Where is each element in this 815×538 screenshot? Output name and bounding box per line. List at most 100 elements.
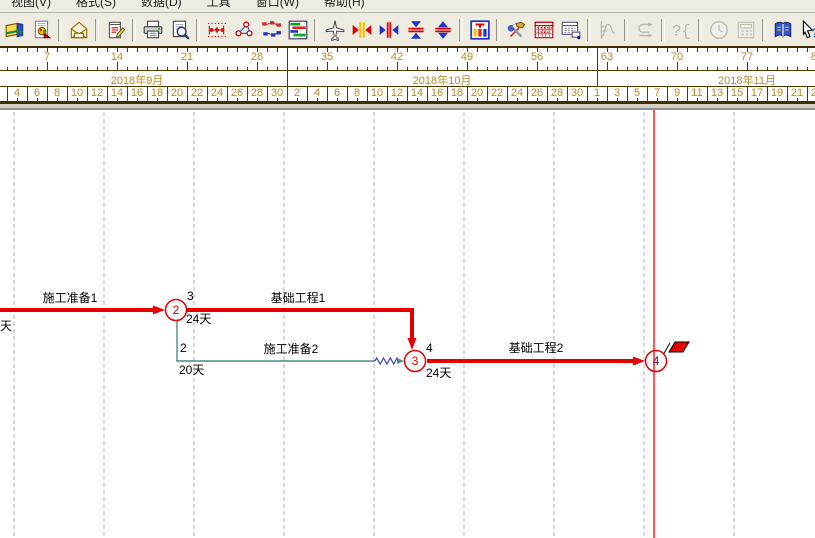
- day-tick: [347, 67, 348, 70]
- network-nodes-button[interactable]: [257, 16, 284, 43]
- save-book-button[interactable]: [1, 16, 28, 43]
- day-tick: [567, 67, 568, 70]
- tools-button[interactable]: [503, 16, 530, 43]
- menu-item-format[interactable]: 格式(S): [71, 0, 121, 10]
- week-tick: [467, 62, 468, 70]
- day-tick: [37, 67, 38, 70]
- arrowhead: [153, 306, 165, 315]
- milestone-flag[interactable]: [669, 342, 689, 352]
- day-tick: [107, 67, 108, 70]
- day-tick: [317, 67, 318, 70]
- day-tick: [57, 67, 58, 70]
- toolbar-separator: [58, 19, 62, 41]
- expand-horizontal-button[interactable]: [348, 16, 375, 43]
- network-view-button[interactable]: [203, 16, 230, 43]
- day-tick: [797, 48, 798, 52]
- image-export-button[interactable]: [28, 16, 55, 43]
- day-tick: [357, 67, 358, 70]
- month-scale-row: 2018年9月2018年10月2018年11月: [0, 71, 815, 87]
- activity-label: 4: [426, 341, 433, 355]
- menu-item-view[interactable]: 视图(V): [6, 0, 56, 10]
- menu-item-window[interactable]: 窗口(W): [251, 0, 304, 10]
- menu-bar: 视图(V) 格式(S) 数据(D) 工具 窗口(W) 帮助(H): [0, 0, 815, 13]
- day-cell-tick: [797, 98, 798, 101]
- context-help-button[interactable]: ?: [796, 16, 815, 43]
- edit-notepad-button[interactable]: [102, 16, 129, 43]
- day-tick: [777, 48, 778, 52]
- day-tick: [377, 48, 378, 52]
- day-tick: [647, 67, 648, 70]
- menu-item-tools[interactable]: 工具: [202, 0, 236, 10]
- calculator-icon: [735, 19, 757, 41]
- week-tick: [327, 62, 328, 70]
- calendar-add-icon: [560, 19, 582, 41]
- gantt-chart-button[interactable]: [284, 16, 311, 43]
- toolbar-separator: [624, 19, 628, 41]
- calendar-button[interactable]: [530, 16, 557, 43]
- day-tick: [647, 48, 648, 52]
- activity-foundation1-arrow[interactable]: [186, 310, 412, 339]
- day-tick: [657, 48, 658, 52]
- day-tick: [497, 67, 498, 70]
- open-file-button[interactable]: [65, 16, 92, 43]
- day-tick: [487, 48, 488, 52]
- day-cell-tick: [777, 98, 778, 101]
- week-tick: [677, 62, 678, 70]
- day-tick: [7, 67, 8, 70]
- week-tick: [397, 62, 398, 70]
- calendar-add-button[interactable]: [557, 16, 584, 43]
- day-tick: [347, 48, 348, 52]
- network-view-icon: [206, 19, 228, 41]
- day-cell-tick: [677, 98, 678, 101]
- day-cell-tick: [477, 98, 478, 101]
- collapse-vertical-icon: [405, 19, 427, 41]
- toolbar-separator: [196, 19, 200, 41]
- milestone-chart-icon: [469, 19, 491, 41]
- open-file-icon: [68, 19, 90, 41]
- node-network-icon: [233, 19, 255, 41]
- collapse-vertical-button[interactable]: [402, 16, 429, 43]
- milestone-chart-button[interactable]: [466, 16, 493, 43]
- day-tick: [407, 67, 408, 70]
- day-cell-tick: [737, 98, 738, 101]
- help-book-button[interactable]: [769, 16, 796, 43]
- calendar-icon: [533, 19, 555, 41]
- day-tick: [727, 48, 728, 52]
- event-node-number: 3: [412, 354, 419, 368]
- expand-vertical-button[interactable]: [429, 16, 456, 43]
- calculator-button: [732, 16, 759, 43]
- day-cell-tick: [317, 98, 318, 101]
- day-tick: [277, 48, 278, 52]
- airplane-button[interactable]: [321, 16, 348, 43]
- image-export-icon: [31, 19, 53, 41]
- print-preview-button[interactable]: [166, 16, 193, 43]
- day-tick: [227, 48, 228, 52]
- day-tick: [777, 67, 778, 70]
- event-node-number: 2: [173, 303, 180, 317]
- print-button[interactable]: [139, 16, 166, 43]
- collapse-horizontal-button[interactable]: [375, 16, 402, 43]
- toolbar-separator: [587, 19, 591, 41]
- query-icon: ?{:: [671, 19, 693, 41]
- day-tick: [207, 48, 208, 52]
- node-network-button[interactable]: [230, 16, 257, 43]
- resource-curve-icon: [597, 19, 619, 41]
- menu-item-data[interactable]: 数据(D): [136, 0, 187, 10]
- day-tick: [67, 48, 68, 52]
- toolbar-separator: [314, 19, 318, 41]
- day-cell-tick: [117, 98, 118, 101]
- day-tick: [627, 67, 628, 70]
- day-tick: [207, 67, 208, 70]
- tools-icon: [506, 19, 528, 41]
- day-tick: [97, 67, 98, 70]
- day-cell-tick: [297, 98, 298, 101]
- clock-button: [705, 16, 732, 43]
- day-tick: [417, 67, 418, 70]
- toolbar: ?{:?: [0, 13, 815, 46]
- menu-item-help[interactable]: 帮助(H): [319, 0, 370, 10]
- print-preview-icon: [169, 19, 191, 41]
- day-tick: [367, 48, 368, 52]
- day-tick: [427, 67, 428, 70]
- week-tick: [117, 62, 118, 70]
- day-tick: [587, 67, 588, 70]
